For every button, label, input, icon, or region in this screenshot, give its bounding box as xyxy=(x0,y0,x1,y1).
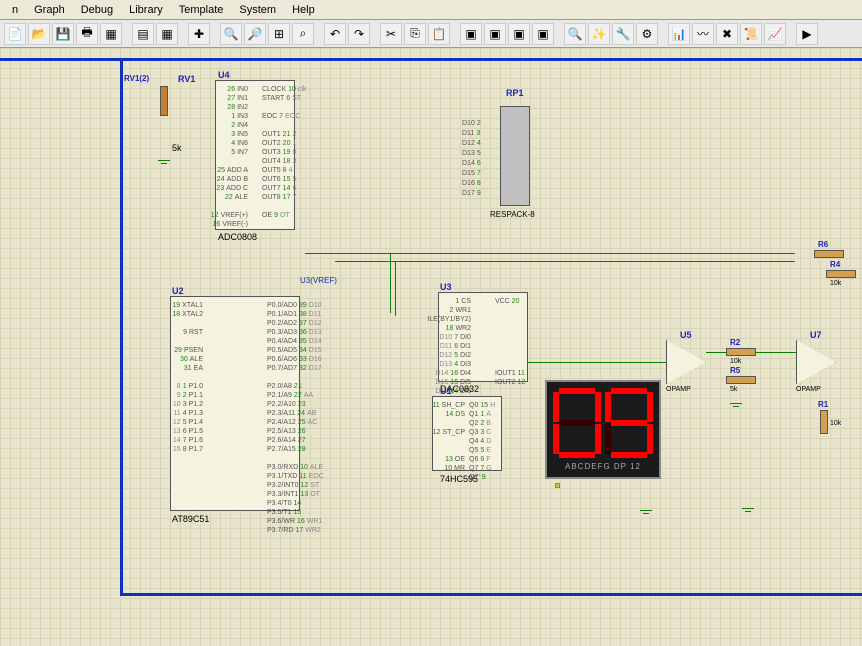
digit-1 xyxy=(553,388,601,458)
copy-icon[interactable]: ⎘ xyxy=(404,23,426,45)
block2-icon[interactable]: ▣ xyxy=(484,23,506,45)
resistor-r5[interactable] xyxy=(726,376,756,384)
r5-value: 5k xyxy=(730,386,737,393)
r4-value: 10k xyxy=(830,280,841,287)
bus-bottom xyxy=(120,593,862,596)
rv1-value: 5k xyxy=(172,143,182,153)
wire xyxy=(395,261,396,316)
file-icon[interactable]: 📄 xyxy=(4,23,26,45)
wrench-icon[interactable]: 🔧 xyxy=(612,23,634,45)
u4-name: ADC0808 xyxy=(218,232,257,242)
resistor-r1[interactable] xyxy=(820,410,828,434)
redo-icon[interactable]: ↷ xyxy=(348,23,370,45)
area-icon[interactable]: ▦ xyxy=(100,23,122,45)
open-icon[interactable]: 📂 xyxy=(28,23,50,45)
u5-id: U5 xyxy=(680,330,692,340)
resistor-r6[interactable] xyxy=(814,250,844,258)
zoom-fit-icon[interactable]: ⊞ xyxy=(268,23,290,45)
search-icon[interactable]: 🔍 xyxy=(564,23,586,45)
rp1-pins: D102D113D124D135D146D157D168D179 xyxy=(462,120,481,200)
rp1-name: RESPACK-8 xyxy=(490,210,535,219)
undo-icon[interactable]: ↶ xyxy=(324,23,346,45)
grid-icon[interactable]: ▦ xyxy=(156,23,178,45)
toolbar: 📄 📂 💾 🖶 ▦ ▤ ▦ ✚ 🔍 🔎 ⊞ ⌕ ↶ ↷ ✂ ⎘ 📋 ▣ ▣ ▣ … xyxy=(0,20,862,48)
digit-2 xyxy=(605,388,653,458)
r2-id: R2 xyxy=(730,338,740,347)
u3-vref-net: U3(VREF) xyxy=(300,276,337,285)
u5-name: OPAMP xyxy=(666,386,691,393)
r1-value: 10k xyxy=(830,420,841,427)
resistor-r2[interactable] xyxy=(726,348,756,356)
u1-id: U1 xyxy=(440,386,452,396)
rp1-id: RP1 xyxy=(506,88,524,98)
list-icon[interactable]: ▤ xyxy=(132,23,154,45)
menu-library[interactable]: Library xyxy=(121,4,171,16)
script-icon[interactable]: 📜 xyxy=(740,23,762,45)
r6-id: R6 xyxy=(818,240,828,249)
respack-rp1[interactable] xyxy=(500,106,530,206)
ic-u2-at89c51[interactable]: 19XTAL118XTAL29RST29PSEN30ALE31EA81P1.09… xyxy=(170,296,300,511)
display-footer: ABCDEFG DP 12 xyxy=(553,462,653,471)
u2-id: U2 xyxy=(172,286,184,296)
bus-left xyxy=(120,58,123,596)
u7-id: U7 xyxy=(810,330,822,340)
rv1-net: RV1(2) xyxy=(124,74,149,83)
seven-segment-display[interactable]: ABCDEFG DP 12 xyxy=(545,380,661,479)
ic-u3-dac0832[interactable]: 1CS2WR1ILE(BY1/BY2)18WR2D107DI0D116DI1D1… xyxy=(438,292,528,382)
u1-name: 74HC595 xyxy=(440,474,478,484)
wire xyxy=(390,253,391,313)
bus-top xyxy=(0,58,862,61)
wire xyxy=(528,362,666,363)
wire xyxy=(335,261,795,262)
block4-icon[interactable]: ▣ xyxy=(532,23,554,45)
r4-id: R4 xyxy=(830,260,840,269)
menu-help[interactable]: Help xyxy=(284,4,323,16)
r5-id: R5 xyxy=(730,366,740,375)
schematic-canvas[interactable]: RV1(2) RV1 5k U4 26IN027IN128IN21IN32IN4… xyxy=(0,48,862,646)
r2-value: 10k xyxy=(730,358,741,365)
zoom-out-icon[interactable]: 🔎 xyxy=(244,23,266,45)
r5-gnd xyxy=(730,403,742,413)
resistor-r4[interactable] xyxy=(826,270,856,278)
wire xyxy=(305,253,795,254)
r1-id: R1 xyxy=(818,400,828,409)
u3-id: U3 xyxy=(440,282,452,292)
report-icon[interactable]: 📊 xyxy=(668,23,690,45)
menu-template[interactable]: Template xyxy=(171,4,232,16)
zoom-area-icon[interactable]: ⌕ xyxy=(292,23,314,45)
paste-icon[interactable]: 📋 xyxy=(428,23,450,45)
zoom-in-icon[interactable]: 🔍 xyxy=(220,23,242,45)
x-icon[interactable]: ✖ xyxy=(716,23,738,45)
print-icon[interactable]: 🖶 xyxy=(76,23,98,45)
cut-icon[interactable]: ✂ xyxy=(380,23,402,45)
bottom-gnd xyxy=(742,508,754,518)
menu-n[interactable]: n xyxy=(4,4,26,16)
rv1-gnd xyxy=(158,160,170,170)
potentiometer-rv1[interactable] xyxy=(155,86,173,126)
wand-icon[interactable]: ✨ xyxy=(588,23,610,45)
wave-icon[interactable]: 〰 xyxy=(692,23,714,45)
u2-name: AT89C51 xyxy=(172,514,209,524)
ic-u4-adc0808[interactable]: 26IN027IN128IN21IN32IN43IN54IN65IN725ADD… xyxy=(215,80,295,230)
wire xyxy=(706,352,726,353)
u4-id: U4 xyxy=(218,70,230,80)
save-icon[interactable]: 💾 xyxy=(52,23,74,45)
menu-system[interactable]: System xyxy=(231,4,284,16)
ic-u1-74hc595[interactable]: 11SH_CP14DS12ST_CP13OE10MRQ015HQ11AQ22BQ… xyxy=(432,396,502,471)
plus-icon[interactable]: ✚ xyxy=(188,23,210,45)
block3-icon[interactable]: ▣ xyxy=(508,23,530,45)
chart-icon[interactable]: 📈 xyxy=(764,23,786,45)
wire xyxy=(756,352,796,353)
rv1-id: RV1 xyxy=(178,74,195,84)
block1-icon[interactable]: ▣ xyxy=(460,23,482,45)
display-gnd xyxy=(640,510,652,520)
menu-debug[interactable]: Debug xyxy=(73,4,121,16)
menu-bar: n Graph Debug Library Template System He… xyxy=(0,0,862,20)
u7-name: OPAMP xyxy=(796,386,821,393)
extra-icon[interactable]: ▶ xyxy=(796,23,818,45)
menu-graph[interactable]: Graph xyxy=(26,4,73,16)
tool-icon[interactable]: ⚙ xyxy=(636,23,658,45)
